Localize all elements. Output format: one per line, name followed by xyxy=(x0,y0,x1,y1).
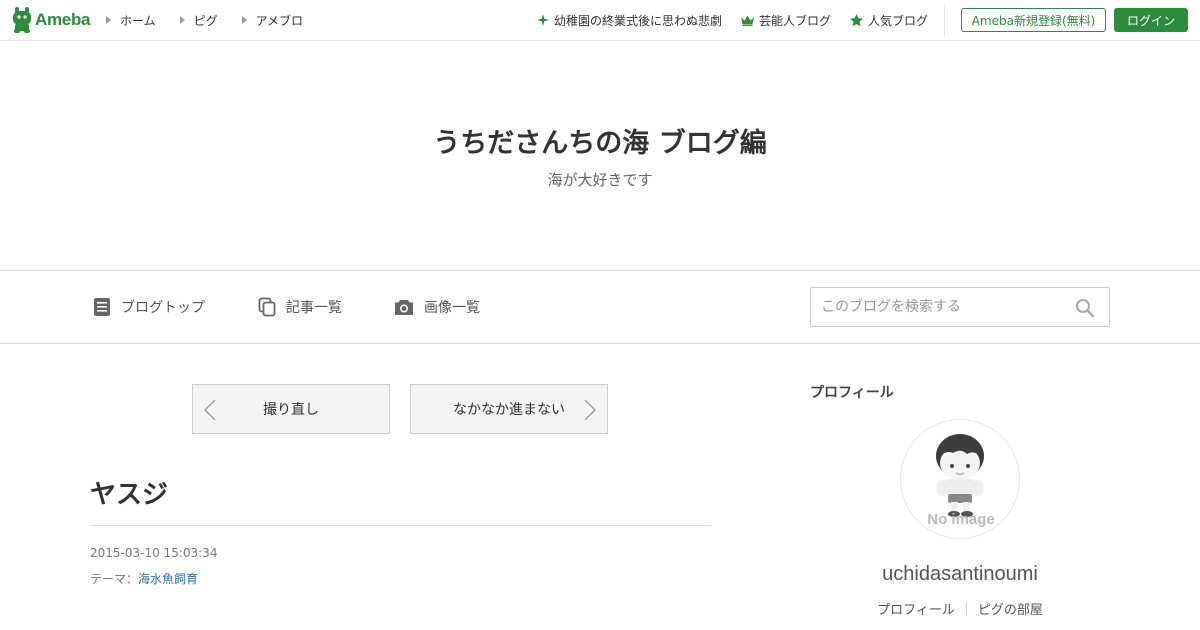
blog-search xyxy=(810,287,1110,327)
profile-heading: プロフィール xyxy=(810,385,894,401)
entry-theme-link[interactable]: 海水魚飼育 xyxy=(138,572,198,586)
subnav-label: 画像一覧 xyxy=(424,300,480,316)
triangle-right-icon xyxy=(106,16,111,24)
nav-label: アメブロ xyxy=(255,13,304,28)
next-entry-button[interactable]: なかなか進まない xyxy=(410,384,608,434)
pigg-room-link[interactable]: ピグの部屋 xyxy=(967,599,1054,618)
register-button[interactable]: Ameba新規登録(無料) xyxy=(961,8,1106,32)
avatar[interactable]: No image xyxy=(900,419,1020,539)
header-divider xyxy=(944,5,945,36)
camera-icon xyxy=(395,300,413,315)
popular-blog-link[interactable]: 人気ブログ xyxy=(849,12,928,29)
nav-ameblo[interactable]: アメブロ xyxy=(241,12,304,29)
trending-link-label: 幼稚園の終業式後に思わぬ悲劇 xyxy=(553,13,722,28)
triangle-right-icon xyxy=(241,16,247,24)
entry-theme: テーマ：海水魚飼育 xyxy=(90,570,198,587)
trending-link[interactable]: 幼稚園の終業式後に思わぬ悲劇 xyxy=(536,12,722,29)
celebrity-blog-link[interactable]: 芸能人ブログ xyxy=(740,12,831,29)
header-right-links: 幼稚園の終業式後に思わぬ悲劇 芸能人ブログ 人気ブログ xyxy=(518,0,928,40)
crown-icon xyxy=(740,15,754,26)
nav-label: ホーム xyxy=(120,13,156,28)
celebrity-blog-label: 芸能人ブログ xyxy=(758,13,831,28)
blog-header: うちださんちの海 ブログ編 海が大好きです xyxy=(0,41,1200,270)
ameba-logo[interactable]: Ameba xyxy=(12,7,90,33)
subnav-image-list[interactable]: 画像一覧 xyxy=(394,297,480,317)
blog-title[interactable]: うちださんちの海 ブログ編 xyxy=(0,121,1200,160)
search-input[interactable] xyxy=(811,288,1071,326)
entry-title[interactable]: ヤスジ xyxy=(90,474,168,511)
no-image-caption: No image xyxy=(927,511,995,528)
entry-date: 2015-03-10 15:03:34 xyxy=(90,546,218,560)
next-entry-label: なかなか進まない xyxy=(453,402,565,418)
sparkle-icon xyxy=(536,14,549,26)
entry-title-divider xyxy=(90,525,711,526)
search-icon[interactable] xyxy=(1075,298,1095,318)
blog-subnav: ブログトップ 記事一覧 画像一覧 xyxy=(0,270,1200,344)
popular-blog-label: 人気ブログ xyxy=(867,13,928,28)
default-avatar-icon: No image xyxy=(927,434,995,528)
copy-icon xyxy=(258,297,276,317)
ameba-mascot-icon xyxy=(13,7,31,33)
login-button[interactable]: ログイン xyxy=(1114,8,1188,32)
global-nav: ホーム ピグ アメブロ xyxy=(106,0,327,40)
blog-description: 海が大好きです xyxy=(547,171,653,189)
prev-entry-button[interactable]: 撮り直し xyxy=(192,384,390,434)
profile-name[interactable]: uchidasantinoumi xyxy=(810,563,1110,586)
nav-label: ピグ xyxy=(193,13,218,28)
chevron-left-icon xyxy=(204,399,216,421)
global-header: Ameba ホーム ピグ アメブロ 幼稚園の終業式後に思わぬ悲劇 芸能人ブログ … xyxy=(0,0,1200,41)
prev-entry-label: 撮り直し xyxy=(263,402,319,418)
triangle-right-icon xyxy=(179,16,185,24)
subnav-label: 記事一覧 xyxy=(286,300,342,316)
subnav-label: ブログトップ xyxy=(121,300,205,316)
document-icon xyxy=(94,298,110,316)
nav-pigg[interactable]: ピグ xyxy=(179,12,218,29)
star-icon xyxy=(849,13,863,26)
profile-link[interactable]: プロフィール xyxy=(866,599,966,618)
logo-text: Ameba xyxy=(35,10,91,29)
chevron-right-icon xyxy=(584,399,596,421)
entry-theme-label: テーマ： xyxy=(90,572,139,586)
nav-home[interactable]: ホーム xyxy=(106,12,156,29)
profile-links: プロフィール ピグの部屋 xyxy=(810,599,1110,618)
subnav-entry-list[interactable]: 記事一覧 xyxy=(258,297,342,317)
subnav-blog-top[interactable]: ブログトップ xyxy=(93,297,205,317)
